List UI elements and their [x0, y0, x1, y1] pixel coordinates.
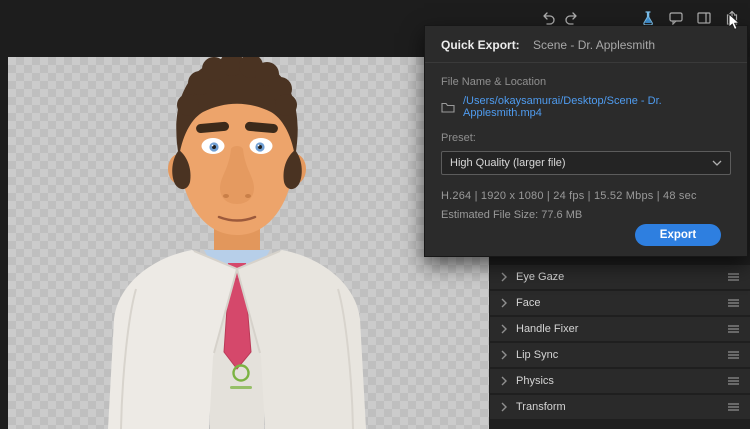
behavior-menu-icon[interactable]	[728, 351, 739, 359]
nostril-right	[245, 194, 251, 198]
estimated-file-size: Estimated File Size: 77.6 MB	[441, 209, 583, 221]
format-info: H.264 | 1920 x 1080 | 24 fps | 15.52 Mbp…	[441, 190, 697, 202]
chevron-right-icon[interactable]	[501, 376, 507, 386]
behavior-label: Face	[516, 297, 541, 309]
behavior-label: Handle Fixer	[516, 323, 579, 335]
behavior-label: Eye Gaze	[516, 271, 565, 283]
behavior-row-physics[interactable]: Physics	[490, 369, 750, 393]
flask-icon	[643, 11, 653, 26]
undo-icon	[543, 12, 555, 25]
scene-canvas[interactable]	[8, 57, 489, 429]
behavior-label: Lip Sync	[516, 349, 559, 361]
chevron-down-icon	[712, 160, 722, 166]
chevron-right-icon[interactable]	[501, 272, 507, 282]
chevron-right-icon[interactable]	[501, 402, 507, 412]
panel-layout-icon	[697, 12, 711, 24]
behaviors-list: Eye Gaze Face Handle Fixer Lip Sync Phys	[490, 265, 750, 421]
quick-export-panel: Quick Export: Scene - Dr. Applesmith Fil…	[424, 25, 748, 257]
behavior-label: Physics	[516, 375, 554, 387]
share-icon	[726, 10, 738, 25]
behavior-row-lip-sync[interactable]: Lip Sync	[490, 343, 750, 367]
comment-icon	[669, 12, 683, 26]
share-export-button[interactable]	[724, 10, 740, 26]
preset-select[interactable]: High Quality (larger file)	[441, 151, 731, 175]
file-path-row: /Users/okaysamurai/Desktop/Scene - Dr. A…	[441, 95, 731, 119]
test-flask-button[interactable]	[640, 10, 656, 26]
character-dr-applesmith[interactable]	[8, 57, 489, 429]
quick-export-scene-name: Scene - Dr. Applesmith	[533, 38, 656, 52]
export-button[interactable]: Export	[635, 224, 721, 246]
behavior-menu-icon[interactable]	[728, 273, 739, 281]
folder-icon	[441, 102, 455, 113]
nostril-left	[223, 194, 229, 198]
preset-value: High Quality (larger file)	[450, 157, 566, 169]
behavior-menu-icon[interactable]	[728, 403, 739, 411]
panel-layout-button[interactable]	[696, 10, 712, 26]
behavior-row-face[interactable]: Face	[490, 291, 750, 315]
behavior-menu-icon[interactable]	[728, 325, 739, 333]
redo-button[interactable]	[564, 10, 580, 26]
chevron-right-icon[interactable]	[501, 324, 507, 334]
chevron-right-icon[interactable]	[501, 350, 507, 360]
behavior-menu-icon[interactable]	[728, 299, 739, 307]
preset-label: Preset:	[441, 132, 476, 144]
redo-icon	[565, 12, 577, 25]
file-location-label: File Name & Location	[441, 76, 547, 88]
behavior-row-eye-gaze[interactable]: Eye Gaze	[490, 265, 750, 289]
quick-export-header: Quick Export: Scene - Dr. Applesmith	[425, 26, 747, 63]
file-path-link[interactable]: /Users/okaysamurai/Desktop/Scene - Dr. A…	[463, 95, 731, 119]
coat-logo-text	[230, 386, 252, 389]
chevron-right-icon[interactable]	[501, 298, 507, 308]
comments-button[interactable]	[668, 10, 684, 26]
behavior-row-handle-fixer[interactable]: Handle Fixer	[490, 317, 750, 341]
quick-export-title: Quick Export:	[441, 38, 520, 52]
behavior-label: Transform	[516, 401, 566, 413]
undo-button[interactable]	[540, 10, 556, 26]
app-window: Eye Gaze Face Handle Fixer Lip Sync Phys	[0, 0, 750, 429]
behavior-menu-icon[interactable]	[728, 377, 739, 385]
behavior-row-transform[interactable]: Transform	[490, 395, 750, 419]
